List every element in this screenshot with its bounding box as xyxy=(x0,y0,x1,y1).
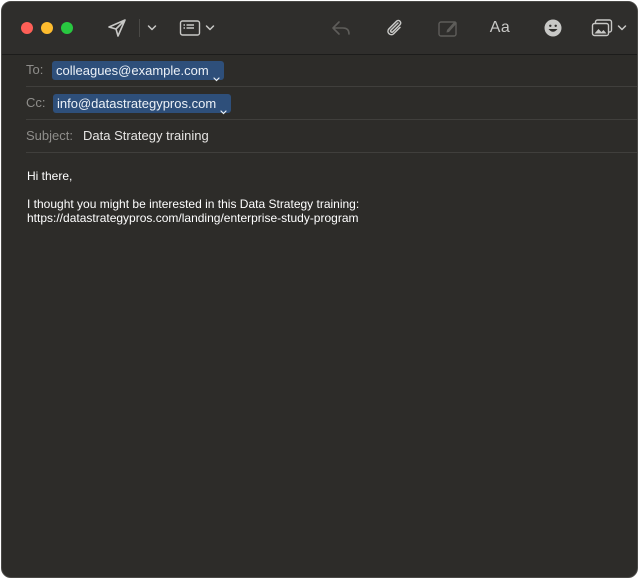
chevron-down-icon xyxy=(147,24,157,32)
format-button[interactable]: Aa xyxy=(486,14,514,42)
to-recipient: colleagues@example.com xyxy=(56,63,209,78)
subject-field[interactable]: Data Strategy training xyxy=(83,128,209,143)
markup-button[interactable] xyxy=(435,14,461,42)
send-options-button[interactable] xyxy=(145,14,159,42)
header-fields-icon xyxy=(179,19,201,37)
close-button[interactable] xyxy=(21,22,33,34)
format-label: Aa xyxy=(489,19,511,36)
chevron-down-icon xyxy=(205,24,215,32)
attach-button[interactable] xyxy=(382,14,406,42)
send-button[interactable] xyxy=(105,14,129,42)
subject-divider xyxy=(26,152,637,153)
to-row: To: colleagues@example.com xyxy=(2,54,637,87)
paperclip-icon xyxy=(384,17,404,39)
photo-browser-button[interactable] xyxy=(590,14,628,42)
message-link: https://datastrategypros.com/landing/ent… xyxy=(27,211,359,225)
compose-window: Aa To: colleagues@example.com Cc: info@d… xyxy=(1,1,638,578)
to-recipient-chip[interactable]: colleagues@example.com xyxy=(52,61,224,82)
reply-button[interactable] xyxy=(328,14,354,42)
subject-label: Subject: xyxy=(26,128,73,143)
chevron-down-icon xyxy=(220,101,227,120)
to-label: To: xyxy=(26,62,44,77)
markup-icon xyxy=(437,18,459,38)
cc-recipient: info@datastrategypros.com xyxy=(57,96,217,111)
reply-icon xyxy=(330,18,352,38)
cc-row: Cc: info@datastrategypros.com xyxy=(2,87,637,120)
message-body[interactable]: Hi there, I thought you might be interes… xyxy=(27,169,359,225)
message-greeting: Hi there, xyxy=(27,169,73,183)
chevron-down-icon xyxy=(213,68,220,87)
toolbar-separator xyxy=(139,19,140,37)
header-fields-button[interactable] xyxy=(179,14,215,42)
photo-browser-icon xyxy=(591,18,613,38)
minimize-button[interactable] xyxy=(41,22,53,34)
emoji-icon xyxy=(543,18,563,38)
message-line: I thought you might be interested in thi… xyxy=(27,197,360,211)
emoji-button[interactable] xyxy=(542,14,564,42)
chevron-down-icon xyxy=(617,24,627,32)
zoom-button[interactable] xyxy=(61,22,73,34)
subject-row: Subject: Data Strategy training xyxy=(2,120,637,153)
toolbar: Aa xyxy=(2,2,637,55)
cc-label: Cc: xyxy=(26,95,46,110)
cc-recipient-chip[interactable]: info@datastrategypros.com xyxy=(53,94,232,115)
send-icon xyxy=(107,18,127,38)
